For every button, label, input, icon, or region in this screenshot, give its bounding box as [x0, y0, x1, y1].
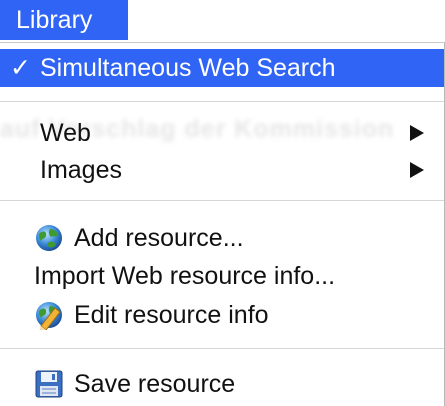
menu-item-label: Save resource: [74, 370, 236, 398]
menu-separator: [0, 101, 444, 102]
menu-item-save-resource[interactable]: Save resource: [0, 365, 444, 403]
submenu-arrow-icon: [410, 125, 424, 141]
menu-item-add-resource[interactable]: Add resource...: [0, 219, 444, 257]
menu-item-web[interactable]: Web: [0, 114, 444, 152]
menu-item-label: Images: [40, 156, 122, 184]
menu-item-label: Add resource...: [74, 224, 244, 252]
globe-icon: [36, 225, 62, 251]
menu-separator: [0, 200, 444, 201]
menu-item-edit-resource-info[interactable]: Edit resource info: [0, 296, 444, 334]
floppy-disk-icon: [35, 370, 63, 398]
submenu-arrow-icon: [410, 162, 424, 178]
menu-item-label: Simultaneous Web Search: [40, 54, 336, 82]
checkmark-icon: ✓: [10, 54, 31, 82]
menu-item-import-web-resource-info[interactable]: Import Web resource info...: [0, 257, 444, 295]
menubar: Library: [0, 0, 445, 40]
menu-item-label: Import Web resource info...: [34, 262, 336, 290]
menu-item-simultaneous-web-search[interactable]: ✓ Simultaneous Web Search: [0, 49, 444, 87]
menu-item-images[interactable]: Images: [0, 151, 444, 189]
menu-item-label: Edit resource info: [74, 301, 269, 329]
library-dropdown-menu: ✓ Simultaneous Web Search auf Vorschlag …: [0, 42, 445, 406]
menu-item-label: Web: [40, 119, 91, 147]
globe-pencil-icon: [36, 302, 62, 330]
library-menu-title[interactable]: Library: [0, 0, 128, 40]
menu-separator: [0, 348, 444, 349]
